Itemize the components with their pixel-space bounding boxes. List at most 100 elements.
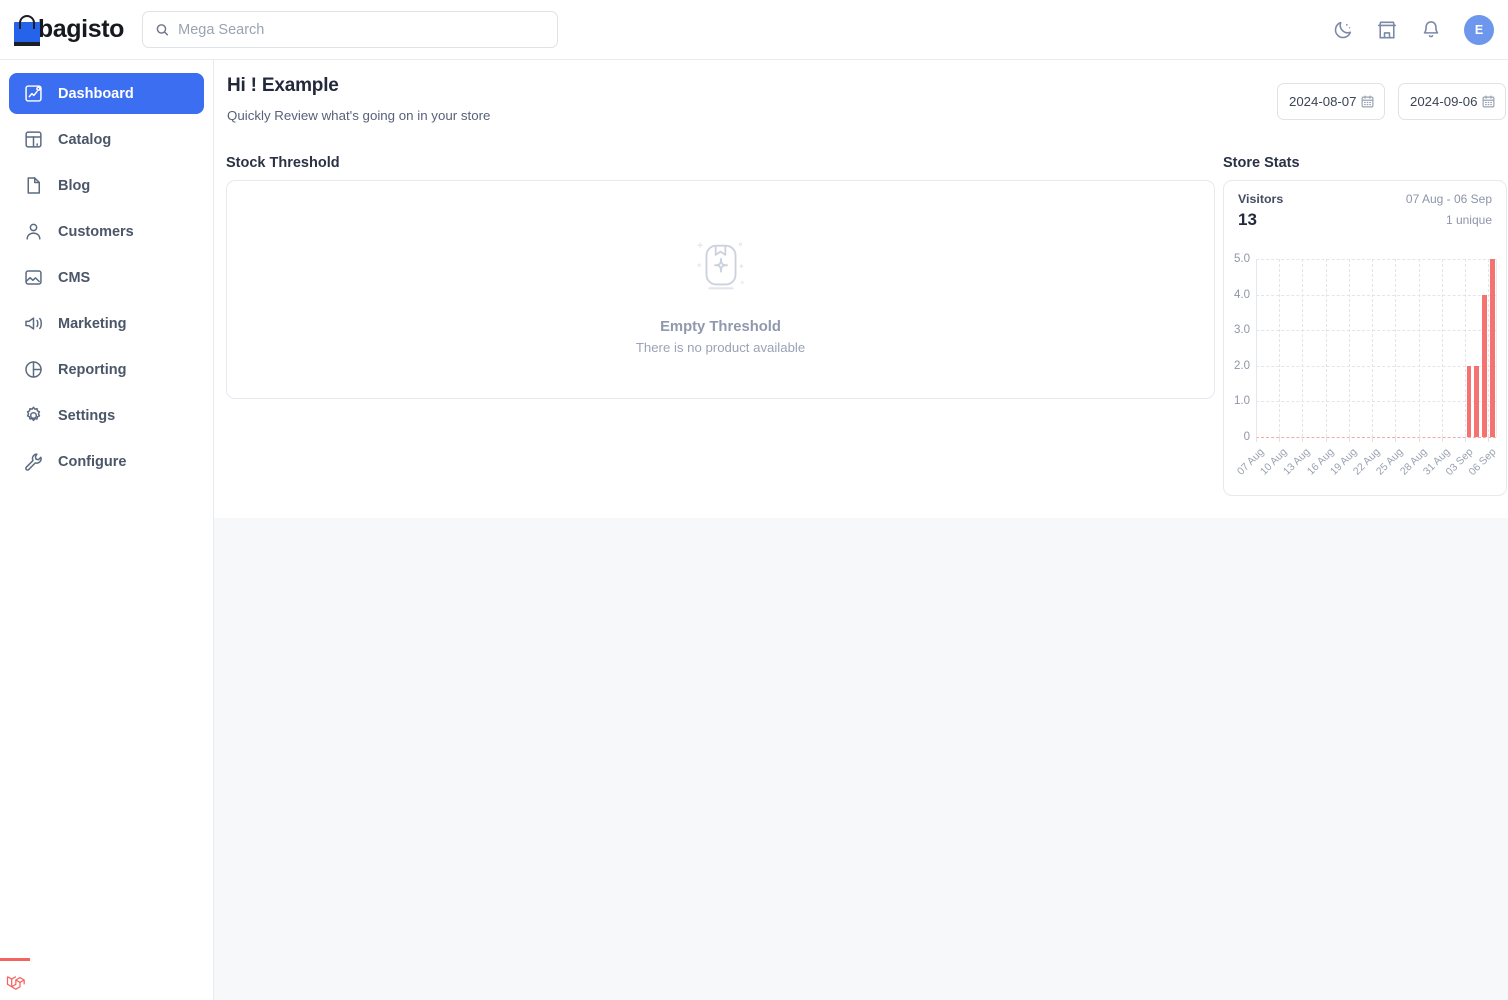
- store-icon[interactable]: [1376, 19, 1398, 41]
- visitors-label: Visitors: [1238, 192, 1284, 206]
- y-axis-tick-label: 2.0: [1234, 359, 1250, 372]
- x-axis-tick-mark: [1465, 437, 1467, 442]
- x-axis-tick-mark: [1302, 437, 1304, 442]
- empty-title: Empty Threshold: [660, 319, 781, 335]
- blog-icon: [27, 177, 41, 194]
- sidebar-item-label: Marketing: [58, 315, 127, 332]
- x-axis-tick-mark: [1372, 437, 1374, 442]
- gridline-vertical: [1418, 259, 1420, 437]
- top-bar: bagisto Mega Search E: [0, 0, 1508, 60]
- bagisto-bag-icon: [14, 14, 40, 46]
- chart-bar[interactable]: [1481, 294, 1487, 437]
- date-from-picker[interactable]: 2024-08-07: [1277, 83, 1385, 120]
- visitors-bar-chart: 0 1.0 2.0 3.0 4.0 5.0 07 Aug 10 Aug 13 Aug 16 Aug…: [1224, 253, 1506, 478]
- top-bar-actions: E: [1332, 14, 1494, 45]
- store-stats-title: Store Stats: [1223, 155, 1300, 171]
- catalog-icon: [25, 131, 42, 148]
- x-axis-tick-mark: [1256, 437, 1257, 442]
- x-axis-tick-mark: [1279, 437, 1281, 442]
- bell-icon[interactable]: [1420, 19, 1442, 41]
- date-from-value: 2024-08-07: [1289, 94, 1357, 109]
- wrench-icon: [25, 453, 42, 471]
- gridline-vertical: [1372, 259, 1374, 437]
- sidebar-item-customers[interactable]: Customers: [9, 211, 204, 252]
- visitors-unique: 1 unique: [1445, 213, 1492, 227]
- sidebar-item-label: CMS: [58, 269, 91, 286]
- laravel-debugbar[interactable]: [0, 958, 30, 1000]
- stock-threshold-card: Empty Threshold There is no product avai…: [226, 180, 1215, 399]
- y-axis-tick-label: 1.0: [1234, 395, 1250, 408]
- x-axis-tick-mark: [1325, 437, 1327, 442]
- date-to-value: 2024-09-06: [1410, 94, 1478, 109]
- settings-gear-icon: [26, 406, 41, 422]
- x-axis-tick-mark: [1348, 437, 1350, 442]
- brand-logo[interactable]: bagisto: [14, 14, 124, 46]
- empty-desc: There is no product available: [635, 340, 806, 355]
- store-stats-card: Visitors 07 Aug - 06 Sep 13 1 unique 0 1.…: [1223, 180, 1507, 496]
- sidebar-item-label: Settings: [58, 407, 116, 424]
- sidebar: Dashboard Catalog Blog Customers CMS Mar…: [0, 60, 214, 1000]
- y-axis-tick-label: 5.0: [1234, 253, 1250, 265]
- empty-state: Empty Threshold There is no product avai…: [227, 237, 1214, 355]
- chart-bar[interactable]: [1489, 259, 1495, 437]
- chart-right-edge: [1496, 259, 1497, 437]
- x-axis-tick-mark: [1441, 437, 1443, 442]
- chart-bar[interactable]: [1466, 365, 1472, 437]
- gridline-vertical: [1441, 259, 1443, 437]
- sidebar-item-dashboard[interactable]: Dashboard: [9, 73, 204, 114]
- sidebar-item-label: Blog: [58, 177, 91, 194]
- gridline-vertical: [1279, 259, 1281, 437]
- avatar[interactable]: E: [1464, 14, 1494, 45]
- brand-name: bagisto: [37, 15, 124, 43]
- search-input[interactable]: [178, 21, 545, 38]
- sidebar-item-configure[interactable]: Configure: [9, 441, 204, 482]
- sidebar-item-reporting[interactable]: Reporting: [9, 349, 204, 390]
- customers-icon: [26, 223, 41, 240]
- mega-search-box[interactable]: [142, 11, 558, 48]
- gridline-horizontal: [1256, 294, 1496, 296]
- y-axis-tick-label: 4.0: [1234, 288, 1250, 301]
- x-axis-tick-mark: [1395, 437, 1397, 442]
- sidebar-item-label: Catalog: [58, 131, 112, 148]
- visitors-count: 13: [1238, 210, 1257, 229]
- search-icon: [156, 24, 169, 36]
- sidebar-item-marketing[interactable]: Marketing: [9, 303, 204, 344]
- chart-bar[interactable]: [1474, 365, 1480, 437]
- x-axis-tick-mark: [1488, 437, 1490, 442]
- marketing-icon: [25, 317, 42, 330]
- sidebar-item-catalog[interactable]: Catalog: [9, 119, 204, 160]
- stock-threshold-title: Stock Threshold: [226, 155, 340, 171]
- sidebar-item-settings[interactable]: Settings: [9, 395, 204, 436]
- y-axis-line: [1256, 259, 1257, 437]
- dashboard-icon: [25, 85, 42, 102]
- empty-box-icon: [697, 242, 744, 290]
- main-content: Hi ! Example Quickly Review what's going…: [214, 60, 1508, 518]
- visitors-range: 07 Aug - 06 Sep: [1405, 192, 1492, 206]
- gridline-vertical: [1325, 259, 1327, 437]
- visitors-summary: Visitors 07 Aug - 06 Sep 13 1 unique: [1238, 192, 1492, 230]
- x-axis-tick-mark: [1418, 437, 1420, 442]
- date-range-picker: 2024-08-07 2024-09-06: [1277, 83, 1506, 120]
- gridline-horizontal: [1256, 365, 1496, 367]
- dashboard-page: bagisto Mega Search E Dashboard Catalog …: [0, 0, 1508, 1000]
- gridline-vertical: [1395, 259, 1397, 437]
- y-axis-tick-label: 0: [1243, 431, 1250, 443]
- reporting-icon: [25, 361, 42, 378]
- laravel-icon: [6, 976, 25, 990]
- sidebar-item-label: Dashboard: [58, 85, 134, 102]
- calendar-icon: [1361, 95, 1374, 108]
- calendar-icon: [1482, 95, 1495, 108]
- sidebar-item-blog[interactable]: Blog: [9, 165, 204, 206]
- axis-zero-line: [1256, 437, 1496, 438]
- cms-icon: [25, 270, 42, 285]
- sidebar-item-label: Configure: [58, 453, 127, 470]
- gridline-vertical: [1302, 259, 1304, 437]
- date-to-picker[interactable]: 2024-09-06: [1398, 83, 1506, 120]
- gridline-horizontal: [1256, 330, 1496, 332]
- sidebar-item-label: Customers: [58, 223, 134, 240]
- gridline-vertical: [1348, 259, 1350, 437]
- sidebar-item-cms[interactable]: CMS: [9, 257, 204, 298]
- gridline-horizontal: [1256, 259, 1496, 260]
- gridline-horizontal: [1256, 401, 1496, 403]
- moon-icon[interactable]: [1332, 19, 1354, 41]
